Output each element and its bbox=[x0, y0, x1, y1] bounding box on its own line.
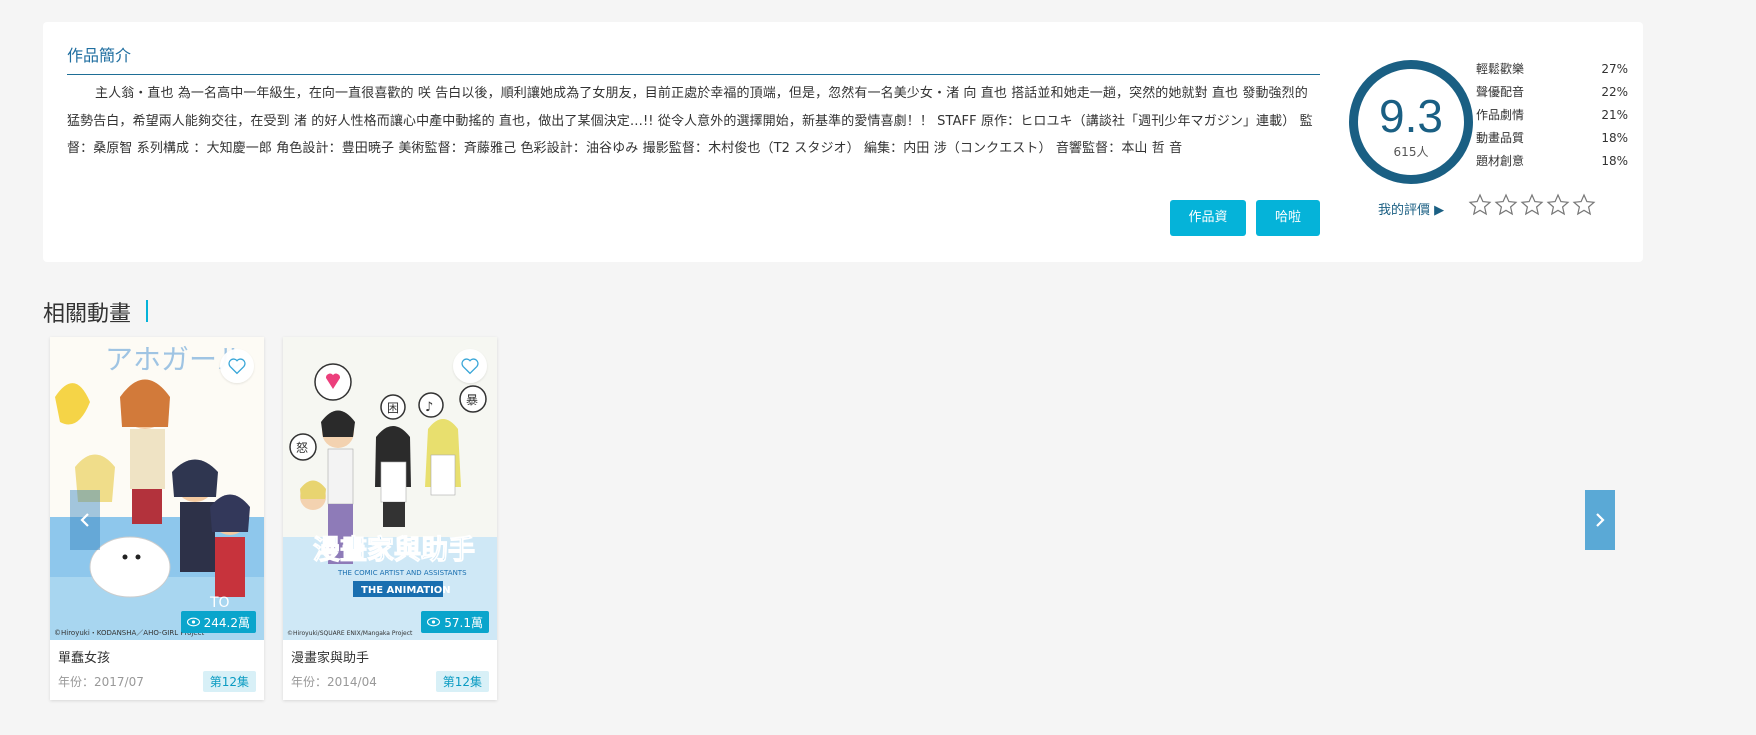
eye-icon bbox=[186, 617, 200, 627]
rating-label: 輕鬆歡樂 bbox=[1476, 62, 1525, 76]
rating-row: 輕鬆歡樂 27% bbox=[1476, 58, 1628, 81]
star-icon-5[interactable] bbox=[1572, 192, 1596, 218]
view-count-badge: 57.1萬 bbox=[421, 611, 489, 633]
svg-text:TO: TO bbox=[209, 595, 230, 611]
anime-cover[interactable]: 困 ♪ 暴 怒 漫畫家與助手 THE COMIC ARTIST AND ASSI… bbox=[283, 337, 497, 640]
cover-copyright: ©Hiroyuki/SQUARE ENIX/Mangaka Project bbox=[287, 630, 413, 637]
work-info-button[interactable]: 作品資料 bbox=[1170, 200, 1246, 261]
anime-cover[interactable]: アホガール TO ©Hiroyuki・KODANSHA／AHO-GIRL Pro… bbox=[50, 337, 264, 640]
anime-year: 年份：2017/07 bbox=[58, 675, 144, 689]
svg-text:♪: ♪ bbox=[425, 400, 433, 415]
score-count: 615人 bbox=[1393, 145, 1429, 159]
star-icon-3[interactable] bbox=[1520, 192, 1544, 218]
anime-card[interactable]: 困 ♪ 暴 怒 漫畫家與助手 THE COMIC ARTIST AND ASSI… bbox=[283, 337, 497, 700]
rating-row: 題材創意 18% bbox=[1476, 150, 1628, 173]
chevron-right-icon bbox=[1596, 513, 1605, 527]
related-section-title: 相關動畫 bbox=[43, 302, 132, 327]
score-value: 9.3 bbox=[1379, 90, 1443, 142]
rating-row: 作品劇情 21% bbox=[1476, 104, 1628, 127]
svg-text:怒: 怒 bbox=[296, 440, 308, 455]
forum-button[interactable]: 哈啦板 bbox=[1256, 200, 1320, 261]
anime-year: 年份：2014/04 bbox=[291, 675, 377, 689]
intro-text: 主人翁・直也 為一名高中一年級生，在向一直很喜歡的 咲 告白以後，順利讓她成為了… bbox=[67, 86, 1313, 156]
intro-divider bbox=[67, 74, 1320, 75]
episode-badge: 第12集 bbox=[202, 671, 256, 692]
intro-title: 作品簡介 bbox=[67, 46, 132, 65]
view-count: 244.2萬 bbox=[203, 615, 250, 630]
my-rating-label: 我的評價 ▶ bbox=[1378, 203, 1445, 218]
intro-card: 作品簡介 主人翁・直也 為一名高中一年級生，在向一直很喜歡的 咲 告白以後，順利… bbox=[43, 22, 1643, 262]
rating-percent: 18% bbox=[1601, 154, 1628, 168]
cover-logo-text: 漫畫家與助手 bbox=[313, 534, 475, 566]
star-icon-1[interactable] bbox=[1468, 192, 1492, 218]
svg-text:暴: 暴 bbox=[466, 393, 478, 407]
rating-percent: 18% bbox=[1601, 131, 1628, 145]
rating-breakdown: 輕鬆歡樂 27% 聲優配音 22% 作品劇情 21% 動畫品質 18% 題材創意… bbox=[1476, 58, 1628, 173]
star-icon-2[interactable] bbox=[1494, 192, 1518, 218]
carousel-next-button[interactable] bbox=[1585, 490, 1615, 550]
view-count: 57.1萬 bbox=[444, 615, 483, 630]
view-count-badge: 244.2萬 bbox=[180, 611, 256, 633]
episode-badge: 第12集 bbox=[435, 671, 489, 692]
carousel-prev-button[interactable] bbox=[70, 490, 100, 550]
favorite-heart-icon[interactable] bbox=[453, 349, 487, 383]
rating-row: 動畫品質 18% bbox=[1476, 127, 1628, 150]
rating-percent: 21% bbox=[1601, 108, 1628, 122]
cover-subtitle: THE COMIC ARTIST AND ASSISTANTS bbox=[337, 569, 467, 577]
star-icon-4[interactable] bbox=[1546, 192, 1570, 218]
rating-label: 聲優配音 bbox=[1476, 85, 1525, 99]
eye-icon bbox=[427, 617, 441, 627]
rating-label: 作品劇情 bbox=[1476, 108, 1525, 122]
rating-percent: 27% bbox=[1601, 62, 1628, 76]
star-rating[interactable] bbox=[1468, 192, 1596, 218]
rating-percent: 22% bbox=[1601, 85, 1628, 99]
title-accent-bar bbox=[146, 300, 148, 322]
favorite-heart-icon[interactable] bbox=[220, 349, 254, 383]
chevron-left-icon bbox=[80, 513, 89, 527]
svg-text:困: 困 bbox=[387, 401, 399, 415]
rating-label: 動畫品質 bbox=[1476, 131, 1525, 145]
score-ring: 9.3 615人 bbox=[1349, 60, 1473, 184]
anime-title[interactable]: 單蠢女孩 bbox=[58, 647, 110, 666]
rating-row: 聲優配音 22% bbox=[1476, 81, 1628, 104]
cover-subtitle-2: THE ANIMATION bbox=[361, 585, 451, 596]
anime-title[interactable]: 漫畫家與助手 bbox=[291, 647, 369, 666]
rating-label: 題材創意 bbox=[1476, 154, 1525, 168]
